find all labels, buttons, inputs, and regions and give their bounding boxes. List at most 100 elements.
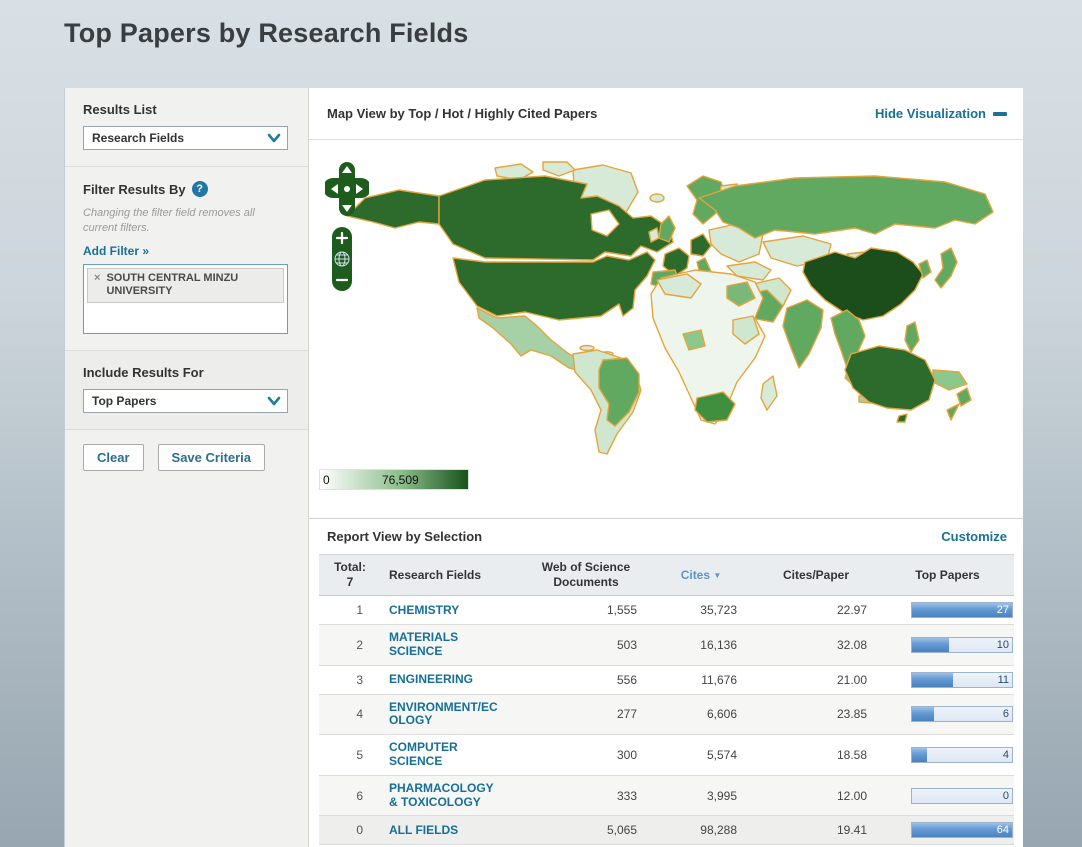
research-fields-header: Research Fields: [381, 555, 521, 596]
cites-cell: 35,723: [651, 596, 751, 625]
docs-cell: 300: [521, 735, 651, 776]
top-papers-value: 0: [1003, 790, 1009, 802]
table-row: 3ENGINEERING55611,67621.0011: [319, 665, 1014, 694]
cites-per-paper-cell: 23.85: [751, 694, 881, 735]
cites-sort-header[interactable]: Cites ▼: [651, 555, 751, 596]
cites-per-paper-cell: 12.00: [751, 775, 881, 816]
top-papers-bar: 4: [911, 747, 1013, 763]
remove-filter-icon[interactable]: ×: [94, 272, 100, 285]
table-row: 4ENVIRONMENT/ECOLOGY2776,60623.856: [319, 694, 1014, 735]
include-results-dropdown[interactable]: Top Papers: [83, 389, 288, 413]
legend-min: 0: [323, 473, 330, 487]
save-criteria-button[interactable]: Save Criteria: [158, 444, 266, 471]
top-papers-bar: 64: [911, 822, 1013, 838]
docs-cell: 556: [521, 665, 651, 694]
filter-section: Filter Results By ? Changing the filter …: [65, 167, 308, 351]
results-list-heading: Results List: [83, 102, 290, 117]
total-header: Total: 7: [319, 555, 381, 596]
top-papers-value: 10: [997, 639, 1009, 651]
rank-cell: 0: [319, 816, 381, 845]
top-papers-cell: 4: [881, 735, 1014, 776]
sidebar: Results List Research Fields Filter Resu…: [65, 88, 309, 847]
cites-cell: 6,606: [651, 694, 751, 735]
map-pan-control[interactable]: [325, 160, 369, 218]
top-papers-cell: 64: [881, 816, 1014, 845]
customize-link[interactable]: Customize: [941, 529, 1007, 544]
field-cell: ALL FIELDS: [381, 816, 521, 845]
filter-tag-label: SOUTH CENTRAL MINZU UNIVERSITY: [106, 272, 277, 298]
rank-cell: 6: [319, 775, 381, 816]
top-papers-header: Top Papers: [881, 555, 1014, 596]
chevron-down-icon: [267, 133, 281, 143]
research-field-link[interactable]: COMPUTER SCIENCE: [389, 741, 501, 769]
docs-cell: 333: [521, 775, 651, 816]
top-papers-bar: 11: [911, 672, 1013, 688]
include-results-heading: Include Results For: [83, 365, 290, 380]
collapse-minus-icon: [993, 112, 1007, 116]
filter-heading: Filter Results By: [83, 182, 186, 197]
field-cell: ENVIRONMENT/ECOLOGY: [381, 694, 521, 735]
top-papers-bar: 6: [911, 706, 1013, 722]
chevron-down-icon: [267, 396, 281, 406]
research-field-link[interactable]: CHEMISTRY: [389, 604, 501, 618]
cites-per-paper-cell: 18.58: [751, 735, 881, 776]
top-papers-cell: 6: [881, 694, 1014, 735]
table-row: 1 CHEMISTRY 1,55535,72322.97 27: [319, 596, 1014, 625]
top-papers-cell: 0: [881, 775, 1014, 816]
table-row: 5 COMPUTER SCIENCE 3005,57418.58 4: [319, 735, 1014, 776]
top-papers-value: 64: [997, 824, 1009, 836]
field-cell: MATERIALS SCIENCE: [381, 625, 521, 666]
page-title: Top Papers by Research Fields: [64, 18, 468, 49]
help-icon[interactable]: ?: [192, 181, 208, 197]
cites-per-paper-header: Cites/Paper: [751, 555, 881, 596]
top-papers-cell: 27: [881, 596, 1014, 625]
research-field-link[interactable]: MATERIALS SCIENCE: [389, 631, 501, 659]
report-table: Total: 7 Research Fields Web of Science …: [319, 554, 1014, 845]
include-results-section: Include Results For Top Papers: [65, 351, 308, 430]
map-zoom-control[interactable]: [331, 226, 353, 292]
top-papers-value: 6: [1003, 708, 1009, 720]
cites-per-paper-cell: 22.97: [751, 596, 881, 625]
research-field-link[interactable]: PHARMACOLOGY & TOXICOLOGY: [389, 782, 501, 810]
table-row: 6PHARMACOLOGY & TOXICOLOGY3333,99512.000: [319, 775, 1014, 816]
world-map[interactable]: 0 76,509: [309, 140, 1023, 518]
top-papers-bar: 0: [911, 788, 1013, 804]
research-field-link[interactable]: ENVIRONMENT/ECOLOGY: [389, 701, 501, 729]
filter-box[interactable]: × SOUTH CENTRAL MINZU UNIVERSITY: [83, 264, 288, 334]
hide-visualization-link[interactable]: Hide Visualization: [875, 106, 1007, 121]
cites-per-paper-cell: 32.08: [751, 625, 881, 666]
filter-note: Changing the filter field removes all cu…: [83, 206, 290, 236]
field-cell: COMPUTER SCIENCE: [381, 735, 521, 776]
cites-cell: 98,288: [651, 816, 751, 845]
sort-descending-icon: ▼: [713, 570, 721, 579]
filter-tag: × SOUTH CENTRAL MINZU UNIVERSITY: [87, 268, 284, 303]
research-field-link[interactable]: ENGINEERING: [389, 673, 501, 687]
top-papers-bar: 27: [911, 602, 1013, 618]
table-header-row: Total: 7 Research Fields Web of Science …: [319, 555, 1014, 596]
legend-max: 76,509: [382, 473, 419, 487]
field-cell: ENGINEERING: [381, 665, 521, 694]
docs-cell: 277: [521, 694, 651, 735]
cites-cell: 16,136: [651, 625, 751, 666]
results-list-dropdown[interactable]: Research Fields: [83, 126, 288, 150]
rank-cell: 2: [319, 625, 381, 666]
rank-cell: 5: [319, 735, 381, 776]
clear-button[interactable]: Clear: [83, 444, 144, 471]
cites-cell: 5,574: [651, 735, 751, 776]
research-field-link[interactable]: ALL FIELDS: [389, 824, 501, 838]
content-panel: Results List Research Fields Filter Resu…: [64, 88, 1022, 847]
top-papers-value: 27: [997, 604, 1009, 616]
top-papers-bar: 10: [911, 637, 1013, 653]
add-filter-link[interactable]: Add Filter »: [83, 244, 149, 258]
field-cell: CHEMISTRY: [381, 596, 521, 625]
field-cell: PHARMACOLOGY & TOXICOLOGY: [381, 775, 521, 816]
map-view-title: Map View by Top / Hot / Highly Cited Pap…: [327, 106, 597, 121]
map-header: Map View by Top / Hot / Highly Cited Pap…: [309, 88, 1023, 140]
docs-cell: 1,555: [521, 596, 651, 625]
table-row: 2MATERIALS SCIENCE50316,13632.0810: [319, 625, 1014, 666]
wos-documents-header: Web of Science Documents: [521, 555, 651, 596]
rank-cell: 1: [319, 596, 381, 625]
main-content: Map View by Top / Hot / Highly Cited Pap…: [309, 88, 1023, 847]
cites-per-paper-cell: 21.00: [751, 665, 881, 694]
sidebar-buttons: Clear Save Criteria: [65, 430, 308, 485]
